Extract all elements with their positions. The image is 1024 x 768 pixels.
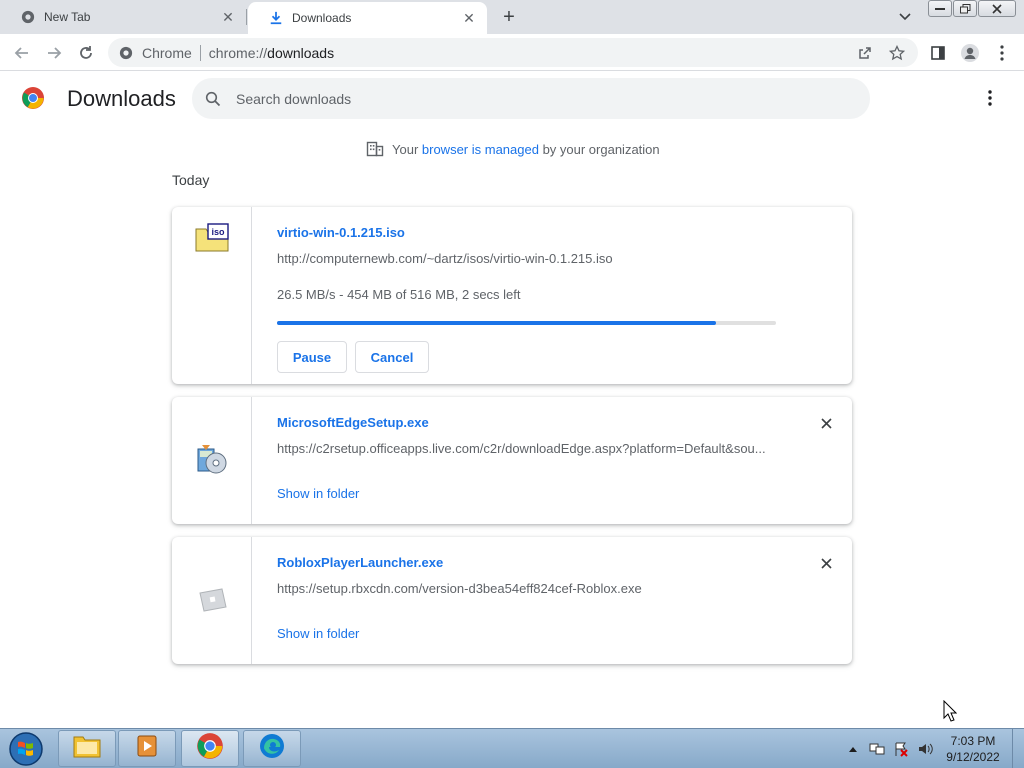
- show-in-folder-link[interactable]: Show in folder: [277, 486, 359, 501]
- pause-button[interactable]: Pause: [277, 341, 347, 373]
- back-icon[interactable]: [10, 41, 34, 65]
- omnibox-divider: [199, 44, 201, 61]
- side-panel-icon[interactable]: [926, 41, 950, 65]
- taskbar-chrome[interactable]: [181, 730, 239, 767]
- action-center-icon[interactable]: [890, 740, 912, 758]
- tab-search-icon[interactable]: [895, 8, 915, 26]
- date-section-heading: Today: [172, 172, 210, 188]
- reload-icon[interactable]: [74, 41, 98, 65]
- tab-downloads[interactable]: Downloads ✕: [248, 2, 487, 34]
- volume-icon[interactable]: [914, 740, 936, 758]
- download-source-url[interactable]: https://setup.rbxcdn.com/version-d3bea54…: [277, 581, 777, 596]
- close-icon[interactable]: ✕: [459, 8, 479, 28]
- managed-prefix: Your: [392, 141, 422, 157]
- menu-kebab-icon[interactable]: [990, 41, 1014, 65]
- download-source-url[interactable]: http://computernewb.com/~dartz/isos/virt…: [277, 251, 777, 266]
- taskbar-media-player[interactable]: [118, 730, 176, 767]
- show-in-folder-link[interactable]: Show in folder: [277, 626, 359, 641]
- tab-title: Downloads: [292, 11, 352, 25]
- svg-text:iso: iso: [211, 227, 225, 237]
- managed-link[interactable]: browser is managed: [422, 142, 539, 157]
- show-desktop-button[interactable]: [1012, 729, 1024, 768]
- network-icon[interactable]: [866, 740, 888, 758]
- new-tab-button[interactable]: +: [497, 5, 521, 29]
- remove-icon[interactable]: [816, 553, 836, 573]
- tab-new-tab[interactable]: New Tab ✕: [0, 0, 246, 34]
- minimize-icon[interactable]: [928, 0, 952, 17]
- address-bar[interactable]: Chrome chrome://downloads: [108, 38, 918, 67]
- window-close-icon[interactable]: [978, 0, 1016, 17]
- clock-date: 9/12/2022: [946, 750, 1000, 764]
- download-filename[interactable]: MicrosoftEdgeSetup.exe: [277, 415, 429, 430]
- progress-fill: [277, 321, 717, 325]
- download-icon: [268, 10, 284, 26]
- search-input[interactable]: [236, 90, 836, 107]
- installer-icon: [194, 443, 230, 479]
- restore-icon[interactable]: [953, 0, 977, 17]
- edge-icon: [258, 732, 286, 765]
- downloads-header: Downloads: [0, 72, 1024, 128]
- system-tray: [842, 733, 938, 765]
- url-scheme: chrome://: [208, 44, 268, 61]
- close-icon[interactable]: ✕: [218, 7, 238, 27]
- managed-suffix: by your organization: [538, 141, 660, 157]
- chrome-icon: [196, 732, 224, 765]
- site-label: Chrome: [142, 44, 192, 61]
- clock-time: 7:03 PM: [950, 734, 996, 748]
- window-controls: [928, 0, 1018, 18]
- url-path: downloads: [267, 44, 335, 61]
- building-icon: [366, 140, 384, 158]
- download-status: 26.5 MB/s - 454 MB of 516 MB, 2 secs lef…: [277, 287, 521, 302]
- tab-title: New Tab: [44, 10, 91, 24]
- download-item: iso virtio-win-0.1.215.iso http://comput…: [172, 207, 852, 384]
- chrome-logo-icon: [21, 86, 45, 110]
- more-actions-icon[interactable]: [978, 86, 1002, 110]
- tab-divider: [246, 9, 247, 25]
- chrome-icon: [20, 9, 36, 25]
- remove-icon[interactable]: [816, 413, 836, 433]
- forward-icon[interactable]: [42, 41, 66, 65]
- download-progress-bar: [277, 321, 776, 325]
- mouse-cursor-icon: [943, 699, 958, 722]
- download-icon-column: iso: [172, 207, 252, 384]
- bookmark-star-icon[interactable]: [888, 44, 906, 62]
- download-icon-column: [172, 537, 252, 664]
- folder-icon: [72, 733, 102, 764]
- iso-file-icon: iso: [194, 223, 230, 259]
- roblox-file-icon: [194, 585, 230, 621]
- start-button[interactable]: [6, 731, 46, 767]
- managed-notice: Your browser is managed by your organiza…: [366, 140, 660, 158]
- browser-toolbar: Chrome chrome://downloads: [0, 34, 1024, 71]
- windows-taskbar: 7:03 PM 9/12/2022: [0, 728, 1024, 768]
- taskbar-edge[interactable]: [243, 730, 301, 767]
- taskbar-file-explorer[interactable]: [58, 730, 116, 767]
- share-icon[interactable]: [856, 44, 874, 62]
- download-icon-column: [172, 397, 252, 524]
- download-filename[interactable]: virtio-win-0.1.215.iso: [277, 225, 405, 240]
- page-title: Downloads: [67, 86, 176, 111]
- chrome-icon: [118, 45, 134, 61]
- system-clock[interactable]: 7:03 PM 9/12/2022: [940, 733, 1006, 765]
- url-text: chrome://downloads: [209, 45, 334, 61]
- profile-avatar-icon[interactable]: [958, 41, 982, 65]
- search-downloads-box[interactable]: [192, 78, 870, 119]
- tab-strip: New Tab ✕ Downloads ✕ +: [0, 0, 1024, 34]
- download-item: RobloxPlayerLauncher.exe https://setup.r…: [172, 537, 852, 664]
- show-hidden-icons-icon[interactable]: [842, 740, 864, 758]
- download-item: MicrosoftEdgeSetup.exe https://c2rsetup.…: [172, 397, 852, 524]
- search-icon: [204, 90, 222, 108]
- cancel-button[interactable]: Cancel: [355, 341, 429, 373]
- download-source-url[interactable]: https://c2rsetup.officeapps.live.com/c2r…: [277, 441, 777, 456]
- media-player-icon: [134, 733, 160, 764]
- download-filename[interactable]: RobloxPlayerLauncher.exe: [277, 555, 443, 570]
